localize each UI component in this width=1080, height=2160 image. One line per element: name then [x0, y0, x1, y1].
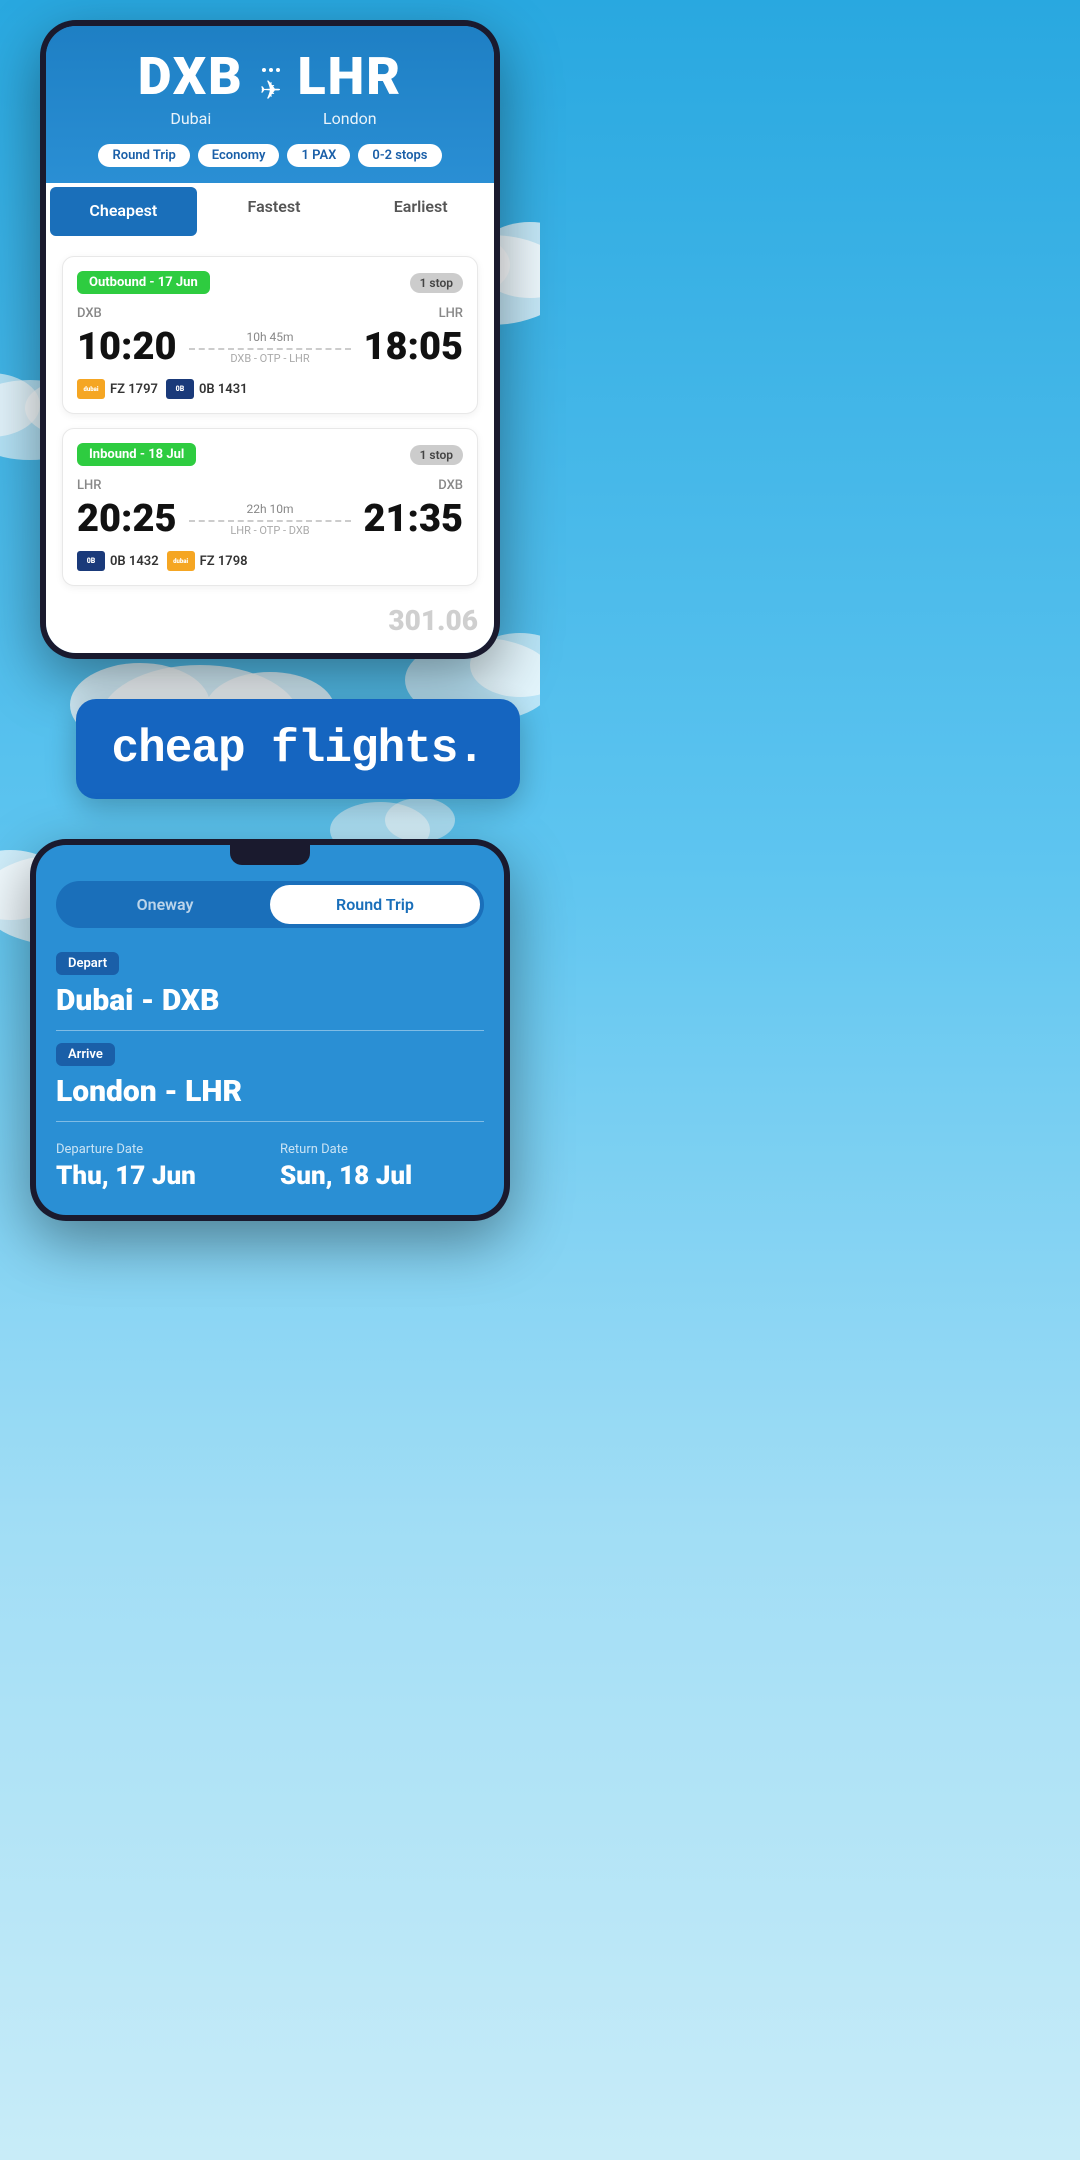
oneway-option[interactable]: Oneway [60, 885, 270, 924]
outbound-to: LHR [439, 306, 463, 321]
filter-pax[interactable]: 1 PAX [287, 144, 350, 167]
arrive-field[interactable]: Arrive London - LHR [56, 1043, 484, 1109]
from-airport-code: DXB [138, 46, 244, 107]
promo-bubble: cheap flights. [76, 699, 520, 799]
tab-earliest[interactable]: Earliest [347, 183, 494, 240]
promo-section: cheap flights. [0, 659, 540, 839]
return-date-label: Return Date [280, 1142, 484, 1157]
inbound-to: DXB [438, 478, 463, 493]
filter-cabin[interactable]: Economy [198, 144, 280, 167]
inbound-airline-1: 0B 0B 1432 [77, 551, 159, 571]
outbound-arr-time: 18:05 [363, 325, 463, 369]
to-city: London [298, 109, 403, 128]
departure-date-value: Thu, 17 Jun [56, 1161, 260, 1191]
inbound-segment: Inbound - 18 Jul 1 stop LHR DXB 20:25 22… [62, 428, 478, 586]
blue-logo-2: 0B [77, 551, 105, 571]
departure-date-label: Departure Date [56, 1142, 260, 1157]
phone-mockup-2: Oneway Round Trip Depart Dubai - DXB Arr… [30, 839, 510, 1221]
filter-stops[interactable]: 0-2 stops [358, 144, 441, 167]
outbound-badge: Outbound - 17 Jun [77, 271, 210, 294]
outbound-path: DXB - OTP - LHR [230, 352, 309, 365]
inbound-airline-2: dubai FZ 1798 [167, 551, 248, 571]
depart-value: Dubai - DXB [56, 983, 484, 1018]
from-city: Dubai [138, 109, 244, 128]
outbound-duration: 10h 45m [246, 330, 293, 344]
outbound-airline-2: 0B 0B 1431 [166, 379, 248, 399]
inbound-dep-time: 20:25 [77, 497, 177, 541]
trip-toggle[interactable]: Oneway Round Trip [56, 881, 484, 928]
plane-icon: ✈ [260, 68, 282, 106]
dates-row: Departure Date Thu, 17 Jun Return Date S… [56, 1138, 484, 1195]
roundtrip-option[interactable]: Round Trip [270, 885, 480, 924]
depart-field[interactable]: Depart Dubai - DXB [56, 952, 484, 1018]
partial-price: 301.06 [62, 600, 478, 637]
depart-label: Depart [56, 952, 119, 975]
search-form: Depart Dubai - DXB Arrive London - LHR D… [36, 944, 504, 1215]
return-date-value: Sun, 18 Jul [280, 1161, 484, 1191]
arrive-label: Arrive [56, 1043, 115, 1066]
inbound-badge: Inbound - 18 Jul [77, 443, 196, 466]
inbound-stops: 1 stop [410, 445, 463, 465]
inbound-path: LHR - OTP - DXB [230, 524, 309, 537]
dubai-logo-2: dubai [167, 551, 195, 571]
departure-date-field[interactable]: Departure Date Thu, 17 Jun [56, 1142, 260, 1191]
outbound-dep-time: 10:20 [77, 325, 177, 369]
blue-logo-1: 0B [166, 379, 194, 399]
filter-trip-type[interactable]: Round Trip [98, 144, 189, 167]
tab-fastest[interactable]: Fastest [201, 183, 348, 240]
inbound-arr-time: 21:35 [363, 497, 463, 541]
outbound-segment: Outbound - 17 Jun 1 stop DXB LHR 10:20 1… [62, 256, 478, 414]
dubai-logo-1: dubai [77, 379, 105, 399]
return-date-field[interactable]: Return Date Sun, 18 Jul [280, 1142, 484, 1191]
notch [230, 845, 310, 865]
outbound-stops: 1 stop [410, 273, 463, 293]
tab-cheapest[interactable]: Cheapest [50, 187, 197, 236]
outbound-airline-1: dubai FZ 1797 [77, 379, 158, 399]
arrive-value: London - LHR [56, 1074, 484, 1109]
inbound-duration: 22h 10m [246, 502, 293, 516]
inbound-from: LHR [77, 478, 101, 493]
promo-text: cheap flights. [112, 723, 484, 775]
to-airport-code: LHR [298, 46, 403, 107]
outbound-from: DXB [77, 306, 102, 321]
